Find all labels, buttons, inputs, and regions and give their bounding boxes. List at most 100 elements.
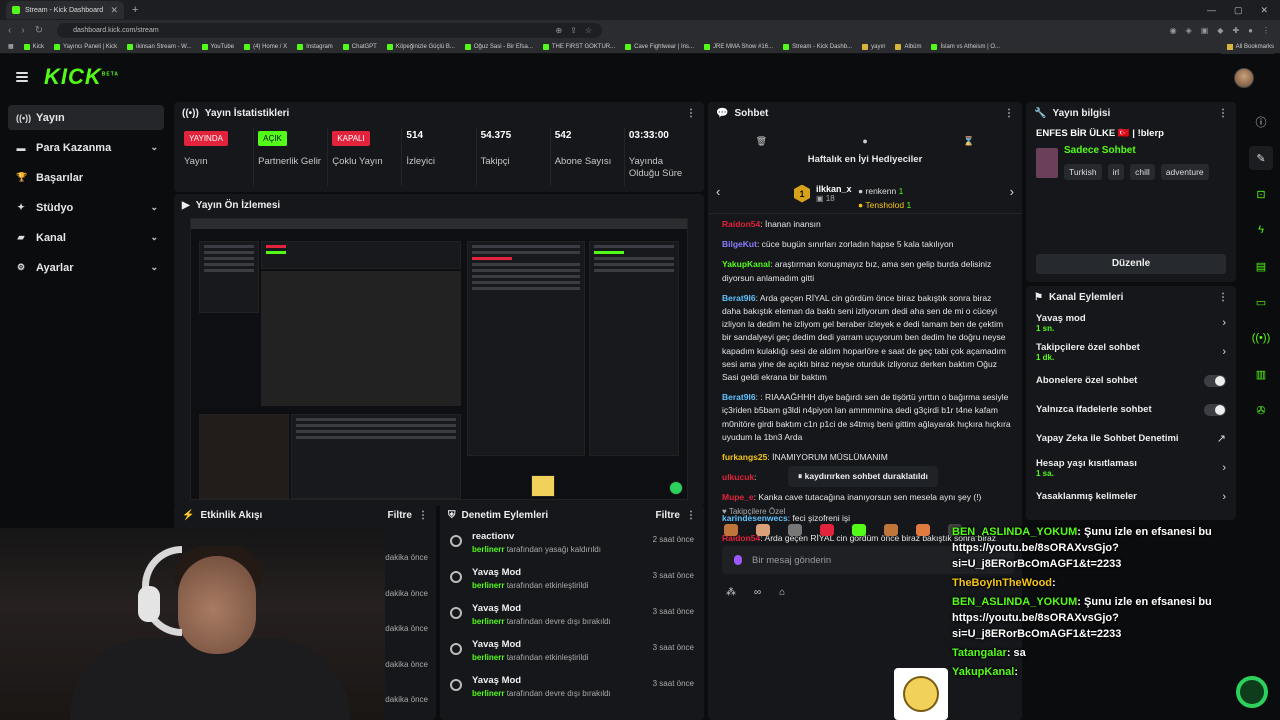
sidebar-item-para-kazanma[interactable]: ▬ Para Kazanma ⌄ (8, 135, 164, 160)
zoom-icon[interactable]: ⊕ (556, 26, 563, 35)
channel-action-row[interactable]: Abonelere özel sohbet (1026, 366, 1236, 395)
broadcast-icon[interactable]: ((•)) (1249, 326, 1273, 350)
moderation-row[interactable]: Yavaş Mod berlinerr tarafından devre dışı… (440, 670, 704, 706)
more-options-icon[interactable]: ⋮ (1218, 292, 1228, 303)
maximize-icon[interactable]: ▢ (1234, 5, 1243, 16)
bookmark-item[interactable]: ChatGPT (342, 43, 377, 50)
bookmark-item[interactable]: Kick (23, 43, 44, 50)
bookmark-item[interactable]: THE FIRST GOKTUR... (542, 43, 615, 50)
more-options-icon[interactable]: ⋮ (418, 510, 428, 521)
channel-action-row[interactable]: Yalnızca ifadelerle sohbet (1026, 395, 1236, 424)
emote-icon[interactable] (916, 524, 930, 536)
note-icon[interactable]: ▤ (1249, 254, 1273, 278)
more-options-icon[interactable]: ⋮ (1004, 108, 1014, 119)
bookmark-item[interactable]: ikinsan Stream - W... (127, 43, 192, 50)
stream-tag[interactable]: adventure (1160, 164, 1209, 180)
chevron-right-icon[interactable]: › (1222, 462, 1226, 474)
chat-username[interactable]: YakupKanal (722, 259, 770, 269)
sidebar-item-basarilar[interactable]: 🏆 Başarılar (8, 165, 164, 190)
lightning-icon[interactable]: ϟ (1249, 218, 1273, 242)
bookmark-item[interactable]: JRE MMA Show #16... (704, 43, 773, 50)
emote-icon[interactable] (788, 524, 802, 536)
moderator-name[interactable]: berlinerr (472, 617, 504, 626)
moderation-row[interactable]: reactionv berlinerr tarafından yasağı kal… (440, 526, 704, 562)
chat-username[interactable]: Raidon54 (722, 219, 760, 229)
channel-action-row[interactable]: Yapay Zeka ile Sohbet Denetimi ↗ (1026, 424, 1236, 453)
all-bookmarks[interactable]: All Bookmarks (1220, 40, 1274, 54)
minimize-icon[interactable]: — (1207, 5, 1216, 16)
moderator-name[interactable]: berlinerr (472, 689, 504, 698)
infinity-icon[interactable]: ∞ (754, 587, 761, 598)
trash-icon[interactable]: 🗑 (756, 136, 767, 147)
profile-icon[interactable]: ● (1248, 26, 1253, 35)
more-options-icon[interactable]: ⋮ (1218, 108, 1228, 119)
chat-username[interactable]: furkangs25 (722, 452, 767, 462)
bookmark-star-icon[interactable]: ☆ (585, 26, 592, 35)
chat-username[interactable]: BilgeKut (722, 239, 757, 249)
channel-action-row[interactable]: Takipçilere özel sohbet 1 dk. › (1026, 337, 1236, 366)
apps-grid-icon[interactable]: ▦ (8, 43, 14, 50)
chevron-right-icon[interactable]: › (1010, 184, 1014, 199)
new-tab-icon[interactable]: + (132, 4, 138, 16)
emote-icon[interactable] (820, 524, 834, 536)
close-window-icon[interactable]: ✕ (1260, 5, 1268, 16)
stream-category[interactable]: Sadece Sohbet (1064, 145, 1209, 156)
stream-tag[interactable]: chill (1130, 164, 1155, 180)
bookmark-item[interactable]: Stream - Kick Dashb... (783, 43, 852, 50)
close-tab-icon[interactable]: ✕ (110, 5, 118, 16)
moderator-name[interactable]: berlinerr (472, 545, 504, 554)
edit-button[interactable]: Düzenle (1036, 254, 1226, 274)
bookmark-item[interactable]: YouTube (201, 43, 234, 50)
more-options-icon[interactable]: ⋮ (686, 108, 696, 119)
chat-paused-banner[interactable]: ⏸ kaydırırken sohbet duraklatıldı (788, 466, 938, 487)
hourglass-icon[interactable]: ⌛ (963, 136, 974, 147)
sidebar-item-yayin[interactable]: ((•)) Yayın (8, 105, 164, 130)
bookmark-item[interactable]: Albüm (895, 43, 921, 50)
bookmark-item[interactable]: İslam vs Atheism | O... (931, 43, 1000, 50)
chevron-right-icon[interactable]: › (1222, 491, 1226, 503)
chat-username[interactable]: Berat9l6 (722, 293, 756, 303)
forward-icon[interactable]: › (21, 25, 24, 36)
extension-icon[interactable]: ▣ (1201, 26, 1209, 35)
moderator-name[interactable]: berlinerr (472, 581, 504, 590)
stream-tag[interactable]: Turkish (1064, 164, 1102, 180)
bookmark-item[interactable]: Yayıncı Paneli | Kick (54, 43, 117, 50)
browser-tab[interactable]: Stream - Kick Dashboard ✕ (6, 1, 124, 19)
chat-icon[interactable]: ▭ (1249, 290, 1273, 314)
chevron-right-icon[interactable]: › (1222, 317, 1226, 329)
user-avatar[interactable] (1234, 68, 1254, 88)
moderator-name[interactable]: berlinerr (472, 653, 504, 662)
more-options-icon[interactable]: ⋮ (686, 510, 696, 521)
crop-icon[interactable]: ⊡ (1249, 182, 1273, 206)
menu-dots-icon[interactable]: ⋮ (1262, 26, 1270, 35)
emote-icon[interactable] (724, 524, 738, 536)
kick-logo[interactable]: KICKBETA (44, 64, 119, 90)
extension-icon[interactable]: ◉ (1170, 26, 1177, 35)
url-field[interactable]: dashboard.kick.com/stream ⊕ ⇪ ☆ (57, 22, 603, 38)
channel-action-row[interactable]: Hesap yaşı kısıtlaması 1 sa. › (1026, 453, 1236, 482)
emote-icon[interactable] (884, 524, 898, 536)
layout-icon[interactable]: ▥ (1249, 362, 1273, 386)
store-icon[interactable]: ⌂ (779, 587, 785, 598)
filter-button[interactable]: Filtre (656, 510, 680, 521)
extension-icon[interactable]: ◆ (1217, 26, 1223, 35)
info-icon[interactable]: ⓘ (1249, 110, 1273, 134)
stream-tag[interactable]: irl (1107, 164, 1125, 180)
tools-icon[interactable]: ✇ (1249, 398, 1273, 422)
share-icon[interactable]: ⇪ (570, 26, 577, 35)
sidebar-item-kanal[interactable]: ▰ Kanal ⌄ (8, 225, 164, 250)
stream-preview-video[interactable] (190, 218, 688, 500)
users-icon[interactable]: ⁂ (726, 587, 736, 598)
bookmark-item[interactable]: Köpeğinizle Güçlü B... (386, 43, 455, 50)
channel-action-row[interactable]: Yasaklanmış kelimeler › (1026, 482, 1236, 511)
edit-pencil-icon[interactable]: ✎ (1249, 146, 1273, 170)
chevron-right-icon[interactable]: › (1222, 346, 1226, 358)
emote-icon[interactable] (756, 524, 770, 536)
chevron-left-icon[interactable]: ‹ (716, 184, 720, 199)
emote-icon[interactable] (852, 524, 866, 536)
moderation-row[interactable]: Yavaş Mod berlinerr tarafından etkinleşti… (440, 562, 704, 598)
bookmark-item[interactable]: yayın (862, 43, 885, 50)
extension-icon[interactable]: ◈ (1186, 26, 1192, 35)
moderation-row[interactable]: Yavaş Mod berlinerr tarafından etkinleşti… (440, 634, 704, 670)
channel-action-row[interactable]: Yavaş mod 1 sn. › (1026, 308, 1236, 337)
